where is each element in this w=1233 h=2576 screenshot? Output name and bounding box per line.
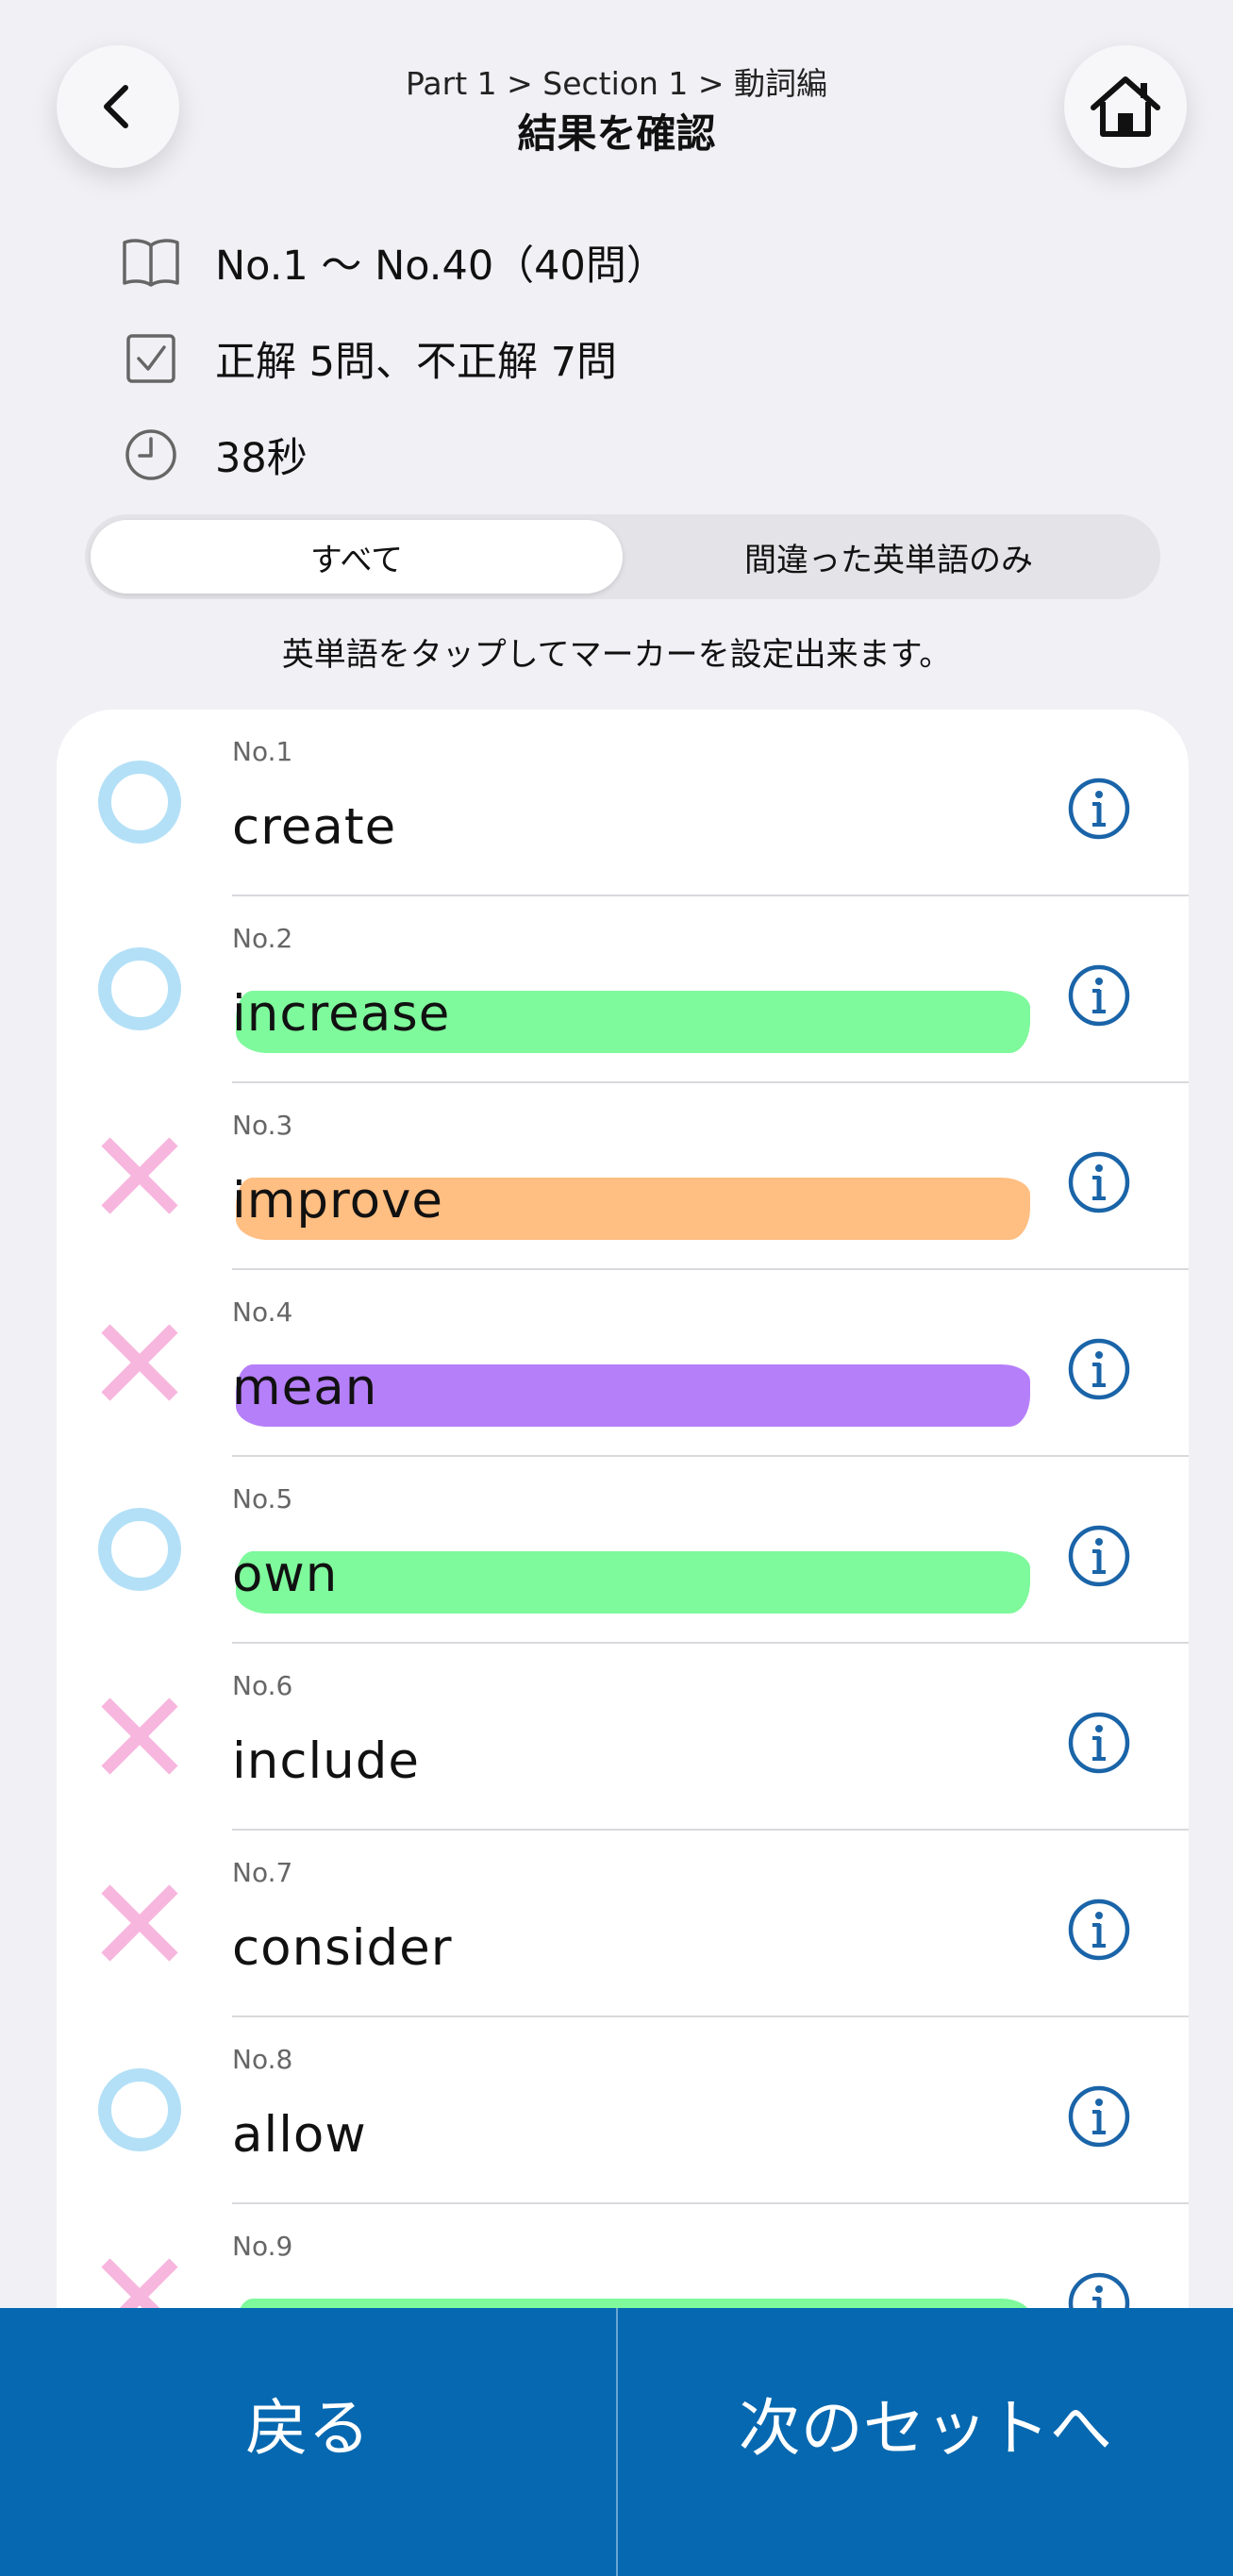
list-item[interactable]: No.6 include bbox=[57, 1644, 1189, 1831]
clock-icon bbox=[121, 425, 181, 485]
list-item[interactable]: No.7 consider bbox=[57, 1831, 1189, 2017]
back-action-button[interactable]: 戻る bbox=[0, 2308, 616, 2576]
correct-circle-icon bbox=[98, 947, 181, 1030]
list-item[interactable]: No.3 improve bbox=[57, 1083, 1189, 1270]
time-row: 38秒 bbox=[121, 425, 308, 485]
item-number: No.3 bbox=[232, 1110, 293, 1141]
book-icon bbox=[121, 232, 181, 293]
home-icon bbox=[1091, 76, 1160, 137]
score-row: 正解 5問、不正解 7問 bbox=[121, 328, 617, 389]
marker-hint: 英単語をタップしてマーカーを設定出来ます。 bbox=[281, 636, 952, 674]
breadcrumb: Part 1 > Section 1 > 動詞編 bbox=[406, 65, 827, 102]
incorrect-cross-icon bbox=[101, 1698, 178, 1775]
info-icon[interactable] bbox=[1066, 1897, 1132, 1963]
item-word[interactable]: create bbox=[232, 798, 396, 856]
item-number: No.9 bbox=[232, 2231, 293, 2262]
highlight-marker bbox=[236, 1551, 1030, 1614]
item-word[interactable]: consider bbox=[232, 1919, 453, 1977]
info-icon[interactable] bbox=[1066, 2083, 1132, 2149]
correct-circle-icon bbox=[98, 1508, 181, 1591]
correct-circle-icon bbox=[98, 2068, 181, 2151]
bottom-action-bar: 戻る 次のセットへ bbox=[0, 2308, 1233, 2576]
info-icon[interactable] bbox=[1066, 1149, 1132, 1215]
info-icon[interactable] bbox=[1066, 1336, 1132, 1402]
filter-segmented-control: すべて 間違った英単語のみ bbox=[85, 514, 1160, 599]
home-button[interactable] bbox=[1064, 45, 1187, 168]
info-icon[interactable] bbox=[1066, 962, 1132, 1029]
page-title: 結果を確認 bbox=[517, 110, 716, 157]
filter-wrong-only-tab[interactable]: 間違った英単語のみ bbox=[623, 520, 1155, 594]
item-word[interactable]: improve bbox=[232, 1172, 443, 1229]
word-list: No.1 create No.2 increase No.3 improve N… bbox=[57, 710, 1189, 2361]
item-word[interactable]: increase bbox=[232, 985, 450, 1043]
range-row: No.1 〜 No.40（40問） bbox=[121, 232, 667, 293]
checkbox-icon bbox=[121, 328, 181, 389]
list-item[interactable]: No.4 mean bbox=[57, 1270, 1189, 1457]
next-set-button[interactable]: 次のセットへ bbox=[618, 2308, 1233, 2576]
item-word[interactable]: mean bbox=[232, 1359, 377, 1416]
incorrect-cross-icon bbox=[101, 1137, 178, 1214]
item-number: No.6 bbox=[232, 1670, 293, 1701]
info-icon[interactable] bbox=[1066, 1523, 1132, 1589]
incorrect-cross-icon bbox=[101, 1884, 178, 1962]
incorrect-cross-icon bbox=[101, 1324, 178, 1401]
item-number: No.7 bbox=[232, 1857, 293, 1888]
info-icon[interactable] bbox=[1066, 776, 1132, 842]
list-item[interactable]: No.5 own bbox=[57, 1457, 1189, 1644]
range-text: No.1 〜 No.40（40問） bbox=[215, 243, 667, 290]
list-item[interactable]: No.2 increase bbox=[57, 896, 1189, 1083]
info-icon[interactable] bbox=[1066, 1710, 1132, 1776]
item-word[interactable]: allow bbox=[232, 2106, 367, 2164]
item-word[interactable]: own bbox=[232, 1546, 338, 1603]
list-item[interactable]: No.8 allow bbox=[57, 2017, 1189, 2204]
list-item[interactable]: No.1 create bbox=[57, 710, 1189, 896]
item-number: No.8 bbox=[232, 2044, 293, 2075]
item-number: No.5 bbox=[232, 1483, 293, 1514]
correct-circle-icon bbox=[98, 761, 181, 844]
item-number: No.2 bbox=[232, 923, 293, 954]
filter-all-tab[interactable]: すべて bbox=[91, 520, 623, 594]
item-number: No.4 bbox=[232, 1296, 293, 1328]
item-word[interactable]: include bbox=[232, 1732, 420, 1790]
item-number: No.1 bbox=[232, 736, 293, 767]
time-text: 38秒 bbox=[215, 435, 308, 482]
score-text: 正解 5問、不正解 7問 bbox=[215, 339, 618, 386]
